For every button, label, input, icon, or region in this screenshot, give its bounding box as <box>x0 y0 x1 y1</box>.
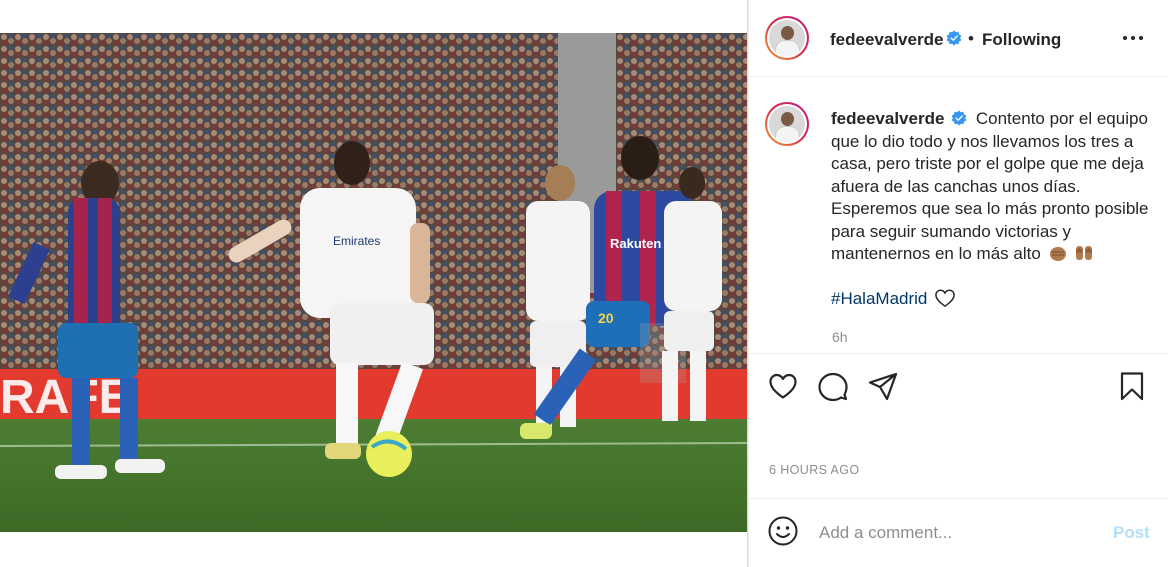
post-photo[interactable]: RAFE Emirates Rakuten 20 <box>0 33 747 532</box>
post-comment-button[interactable]: Post <box>1113 523 1150 543</box>
post-header: fedeevalverde • Following <box>749 0 1168 77</box>
comment-bubble-icon[interactable] <box>817 370 849 402</box>
comment-input[interactable] <box>819 519 1099 547</box>
posted-time-label[interactable]: 6 HOURS AGO <box>769 463 860 477</box>
comment-form: Post <box>749 498 1168 567</box>
caption-body: Contento por el equipo que lo dio todo y… <box>831 109 1149 263</box>
svg-text:RAFE: RAFE <box>0 371 131 424</box>
paper-plane-icon[interactable] <box>867 370 899 402</box>
emoji-picker-icon[interactable] <box>767 515 799 547</box>
caption-text: fedeevalverde Contento por el equipo que… <box>831 108 1156 310</box>
fist-emoji-icon <box>1049 247 1066 261</box>
hashtag-link[interactable]: #HalaMadrid <box>831 289 927 308</box>
verified-badge-icon <box>951 110 967 126</box>
post-caption: fedeevalverde Contento por el equipo que… <box>749 78 1168 352</box>
instagram-post: RAFE Emirates Rakuten 20 fedeevalverde •… <box>0 0 1168 567</box>
heart-icon[interactable] <box>767 370 799 402</box>
action-bar: 6 HOURS AGO <box>749 353 1168 498</box>
white-heart-emoji-icon <box>935 289 955 307</box>
svg-text:Rakuten: Rakuten <box>610 236 661 251</box>
media-panel: RAFE Emirates Rakuten 20 <box>0 0 748 567</box>
separator-dot: • <box>968 29 974 48</box>
svg-text:Emirates: Emirates <box>333 234 380 248</box>
caption-avatar[interactable] <box>765 102 809 146</box>
svg-text:20: 20 <box>598 310 614 326</box>
author-username[interactable]: fedeevalverde <box>830 30 943 50</box>
following-button[interactable]: Following <box>982 30 1061 50</box>
more-options-icon[interactable] <box>1121 28 1145 48</box>
post-sidebar: fedeevalverde • Following fedeevalverde <box>748 0 1168 567</box>
bookmark-icon[interactable] <box>1116 370 1148 402</box>
author-avatar[interactable] <box>765 16 809 60</box>
verified-badge-icon <box>946 30 962 46</box>
caption-timestamp[interactable]: 6h <box>832 329 848 345</box>
caption-username[interactable]: fedeevalverde <box>831 109 944 128</box>
raising-hands-emoji-icon <box>1076 246 1093 260</box>
